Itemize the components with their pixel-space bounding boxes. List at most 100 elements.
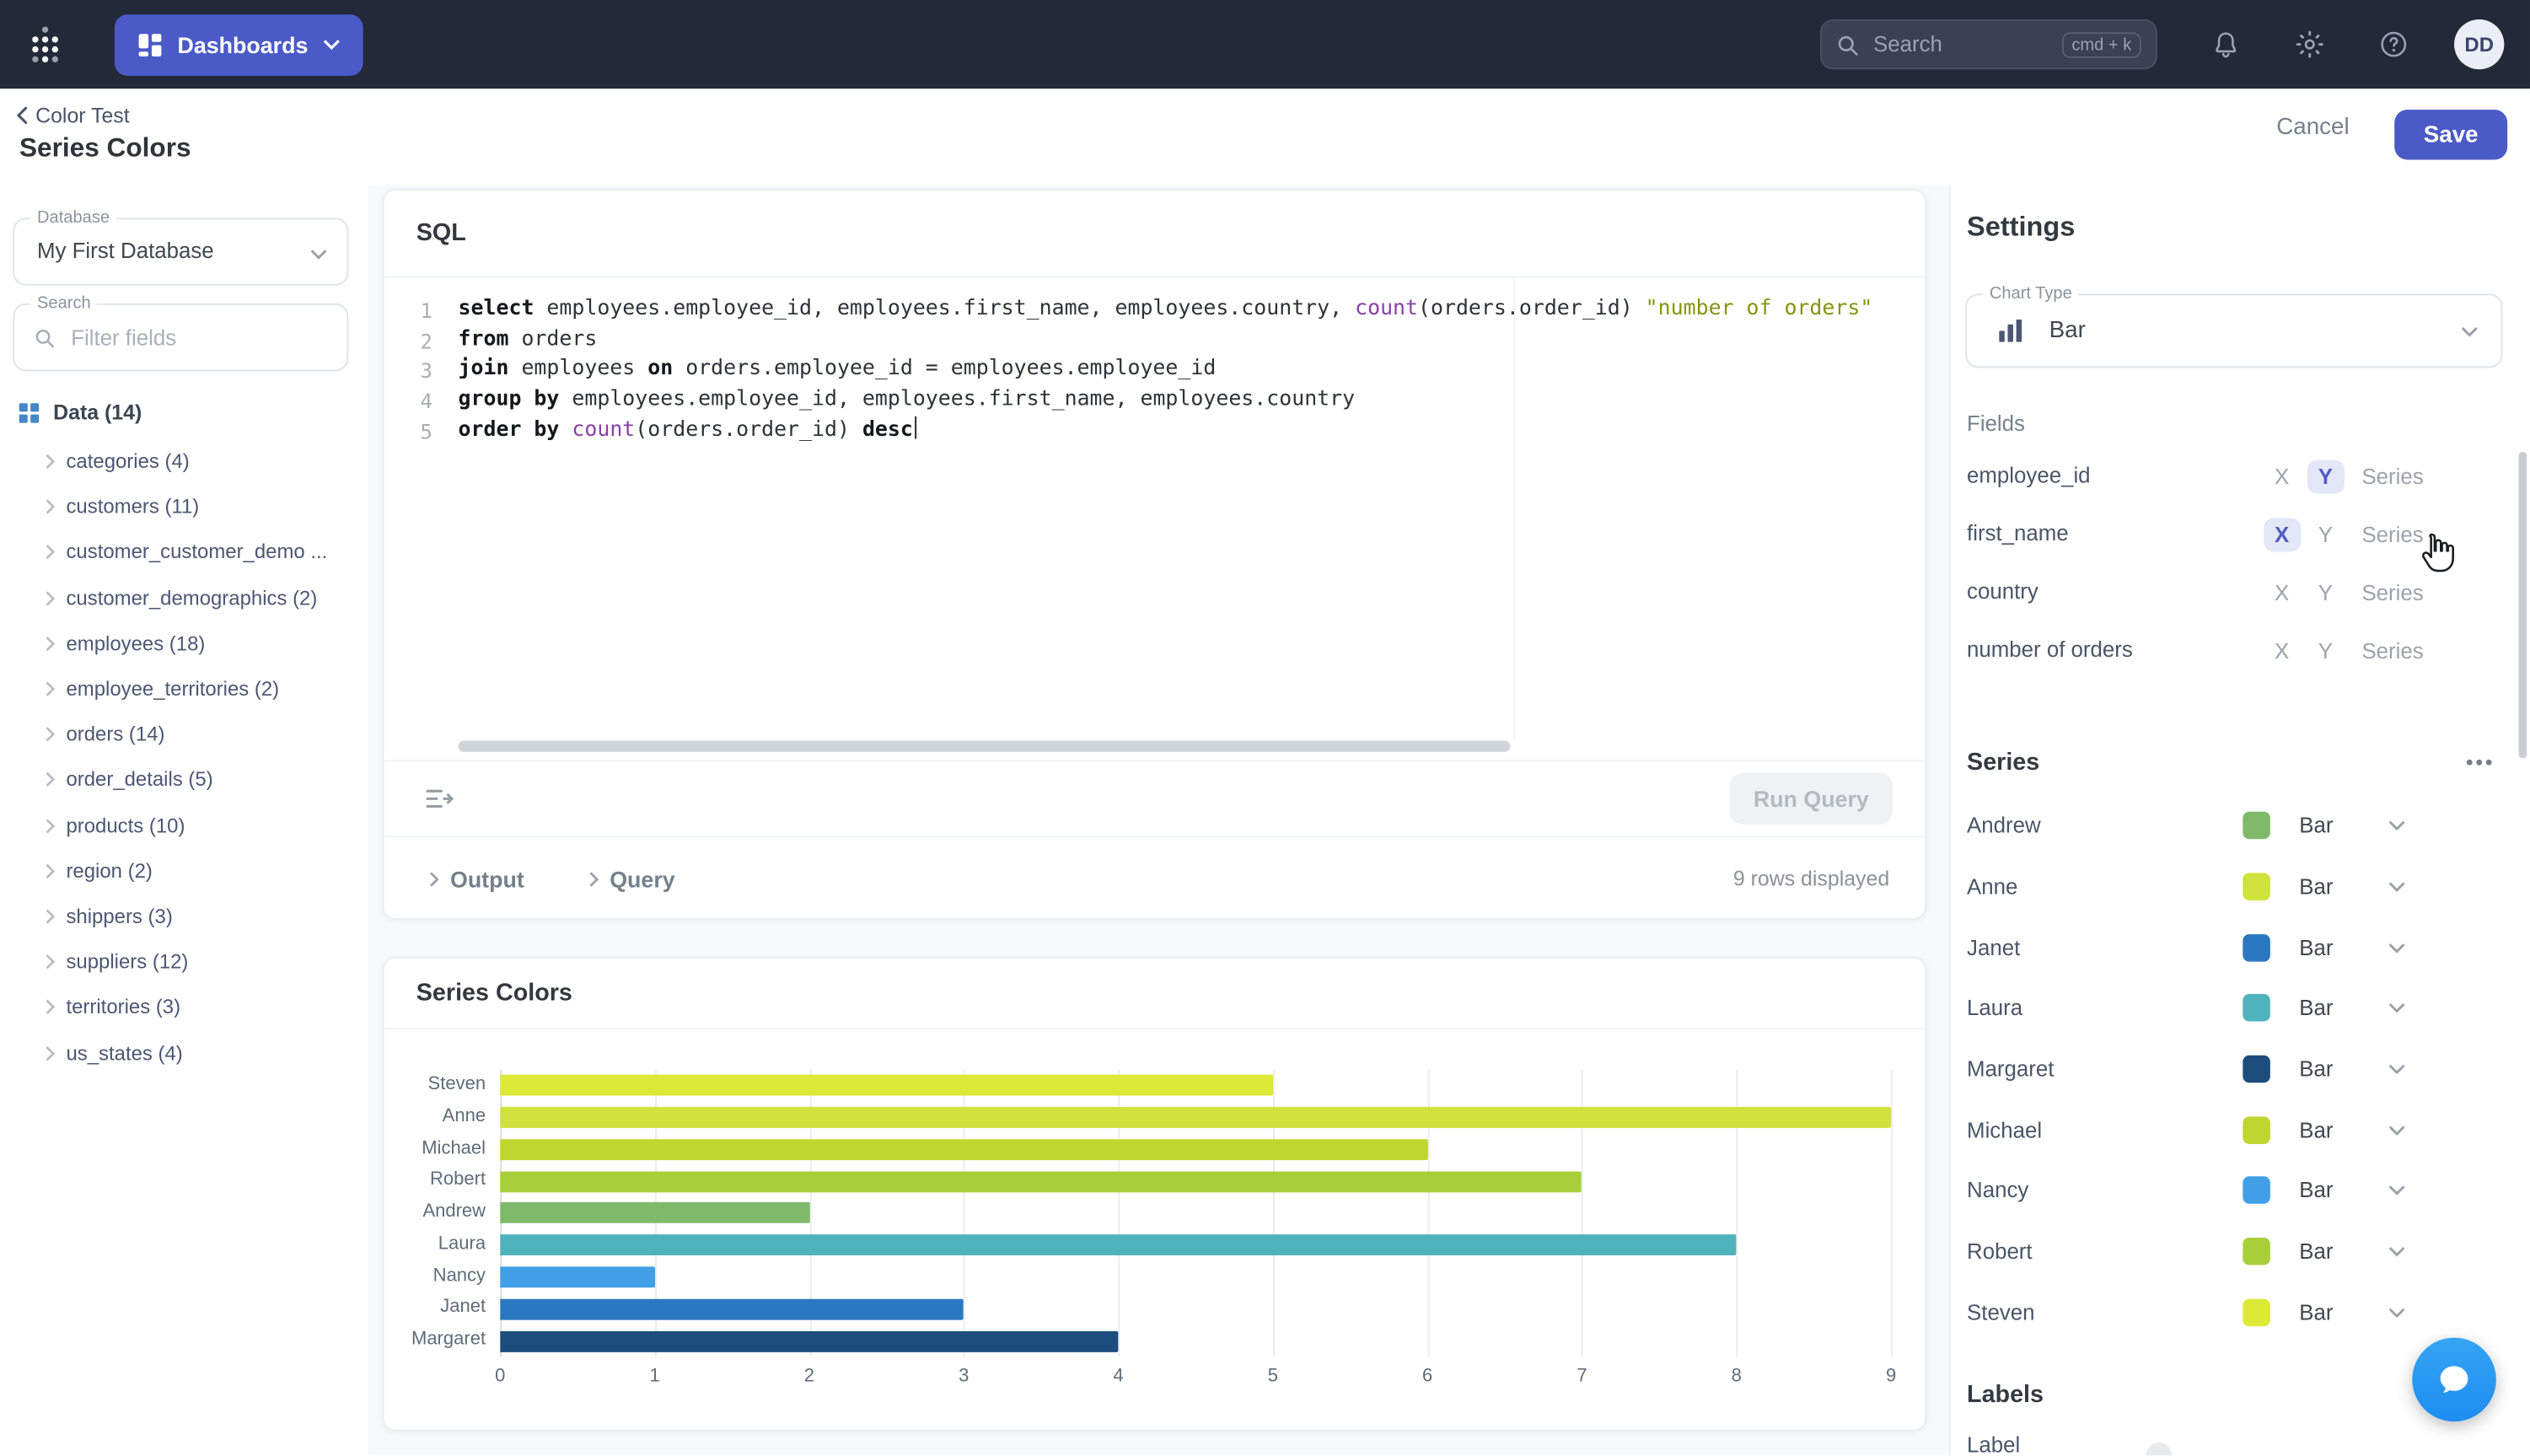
sidebar-table-item[interactable]: region (2)	[0, 848, 368, 894]
breadcrumb-back-link[interactable]: Color Test	[16, 103, 130, 127]
sidebar-table-item[interactable]: orders (14)	[0, 712, 368, 757]
more-options-icon[interactable]	[2465, 759, 2493, 767]
bar-anne[interactable]	[500, 1107, 1892, 1129]
field-filter-input[interactable]	[67, 323, 328, 352]
help-icon[interactable]	[2378, 29, 2409, 59]
series-type-value[interactable]: Bar	[2299, 936, 2343, 960]
sidebar-table-item[interactable]: suppliers (12)	[0, 939, 368, 985]
series-color-swatch[interactable]	[2243, 1055, 2270, 1083]
axis-option-x[interactable]: X	[2275, 638, 2289, 663]
series-type-value[interactable]: Bar	[2299, 814, 2343, 838]
axis-option-series[interactable]: Series	[2361, 638, 2423, 663]
bar-row	[500, 1070, 1891, 1102]
series-type-value[interactable]: Bar	[2299, 997, 2343, 1021]
series-type-value[interactable]: Bar	[2299, 1300, 2343, 1324]
search-input[interactable]	[1870, 30, 2051, 58]
series-type-value[interactable]: Bar	[2299, 1179, 2343, 1203]
sidebar-table-item[interactable]: shippers (3)	[0, 894, 368, 939]
code-line[interactable]: 2 from orders	[384, 325, 1926, 356]
chat-launcher-button[interactable]	[2412, 1337, 2496, 1422]
axis-option-y[interactable]: Y	[2318, 580, 2333, 604]
settings-scrollbar[interactable]	[2518, 451, 2527, 759]
user-avatar[interactable]: DD	[2454, 19, 2505, 70]
series-color-swatch[interactable]	[2243, 1298, 2270, 1326]
global-search[interactable]: cmd + k	[1819, 19, 2157, 70]
y-category-label: Robert	[429, 1170, 486, 1190]
chevron-down-icon[interactable]	[2388, 1185, 2406, 1196]
app-logo[interactable]	[0, 0, 89, 89]
save-button[interactable]: Save	[2394, 110, 2508, 160]
series-color-swatch[interactable]	[2243, 933, 2270, 962]
axis-option-y[interactable]: Y	[2307, 459, 2345, 493]
dashboards-button[interactable]: Dashboards	[114, 13, 363, 75]
sidebar-table-item[interactable]: products (10)	[0, 803, 368, 848]
dashboard-grid-icon	[138, 33, 162, 56]
sidebar-table-item[interactable]: customers (11)	[0, 485, 368, 530]
sql-code-editor[interactable]: 1 select employees.employee_id, employees…	[384, 277, 1926, 760]
axis-option-x[interactable]: X	[2263, 517, 2301, 551]
sidebar-table-item[interactable]: territories (3)	[0, 985, 368, 1030]
sidebar-table-item[interactable]: customer_customer_demo ...	[0, 529, 368, 575]
bar-laura[interactable]	[500, 1234, 1737, 1256]
axis-option-y[interactable]: Y	[2318, 522, 2333, 546]
notifications-bell-icon[interactable]	[2210, 29, 2241, 59]
chevron-down-icon[interactable]	[2388, 820, 2406, 831]
field-filter[interactable]: Search	[13, 293, 349, 372]
format-sql-icon[interactable]	[426, 787, 454, 810]
code-line[interactable]: 4 group by employees.employee_id, employe…	[384, 386, 1926, 416]
chevron-down-icon[interactable]	[2388, 1063, 2406, 1075]
tab-output[interactable]: Output	[429, 866, 524, 891]
sidebar-table-item[interactable]: categories (4)	[0, 439, 368, 485]
result-tabs: Output Query 9 rows displayed	[384, 835, 1926, 920]
tab-query[interactable]: Query	[588, 866, 675, 891]
axis-option-series[interactable]: Series	[2361, 580, 2423, 604]
chevron-down-icon[interactable]	[2388, 1002, 2406, 1014]
chevron-down-icon[interactable]	[2388, 881, 2406, 893]
axis-option-series[interactable]: Series	[2361, 464, 2423, 488]
series-name: Andrew	[1967, 814, 2041, 838]
bar-margaret[interactable]	[500, 1330, 1119, 1351]
sidebar-table-item[interactable]: customer_demographics (2)	[0, 575, 368, 621]
sidebar-table-item[interactable]: us_states (4)	[0, 1030, 368, 1076]
series-color-swatch[interactable]	[2243, 1177, 2270, 1205]
database-select[interactable]: Database My First Database	[13, 207, 349, 286]
cancel-button[interactable]: Cancel	[2267, 113, 2359, 142]
sidebar-table-item[interactable]: employees (18)	[0, 621, 368, 666]
axis-option-y[interactable]: Y	[2318, 638, 2333, 663]
chevron-down-icon[interactable]	[2388, 1307, 2406, 1318]
table-name: employees (18)	[66, 631, 206, 655]
series-type-value[interactable]: Bar	[2299, 1118, 2343, 1142]
series-type-value[interactable]: Bar	[2299, 874, 2343, 899]
chevron-down-icon[interactable]	[2388, 1246, 2406, 1257]
code-line[interactable]: 5 order by count(orders.order_id) desc	[384, 416, 1926, 446]
code-line[interactable]: 3 join employees on orders.employee_id = …	[384, 356, 1926, 386]
run-query-button[interactable]: Run Query	[1729, 772, 1893, 825]
chevron-right-icon	[46, 772, 56, 787]
bar-robert[interactable]	[500, 1170, 1582, 1192]
series-color-swatch[interactable]	[2243, 1238, 2270, 1265]
sidebar-table-item[interactable]: order_details (5)	[0, 757, 368, 803]
chevron-right-icon	[46, 863, 56, 878]
bar-steven[interactable]	[500, 1075, 1273, 1097]
series-type-value[interactable]: Bar	[2299, 1239, 2343, 1264]
axis-option-x[interactable]: X	[2275, 464, 2289, 488]
bar-janet[interactable]	[500, 1298, 964, 1320]
axis-option-series[interactable]: Series	[2361, 522, 2423, 546]
chart-type-select[interactable]: Chart Type Bar	[1965, 283, 2503, 368]
bar-nancy[interactable]	[500, 1266, 655, 1288]
series-type-value[interactable]: Bar	[2299, 1057, 2343, 1082]
series-color-swatch[interactable]	[2243, 812, 2270, 840]
chevron-down-icon[interactable]	[2388, 1125, 2406, 1136]
series-color-swatch[interactable]	[2243, 873, 2270, 901]
axis-option-x[interactable]: X	[2275, 580, 2289, 604]
series-color-swatch[interactable]	[2243, 994, 2270, 1023]
label-color-chip[interactable]	[2146, 1443, 2173, 1456]
bar-andrew[interactable]	[500, 1202, 809, 1224]
chevron-down-icon[interactable]	[2388, 942, 2406, 954]
editor-horizontal-scrollbar[interactable]	[458, 740, 1511, 752]
settings-gear-icon[interactable]	[2295, 29, 2325, 59]
code-line[interactable]: 1 select employees.employee_id, employees…	[384, 295, 1926, 325]
sidebar-table-item[interactable]: employee_territories (2)	[0, 666, 368, 712]
bar-michael[interactable]	[500, 1139, 1428, 1160]
series-color-swatch[interactable]	[2243, 1116, 2270, 1144]
